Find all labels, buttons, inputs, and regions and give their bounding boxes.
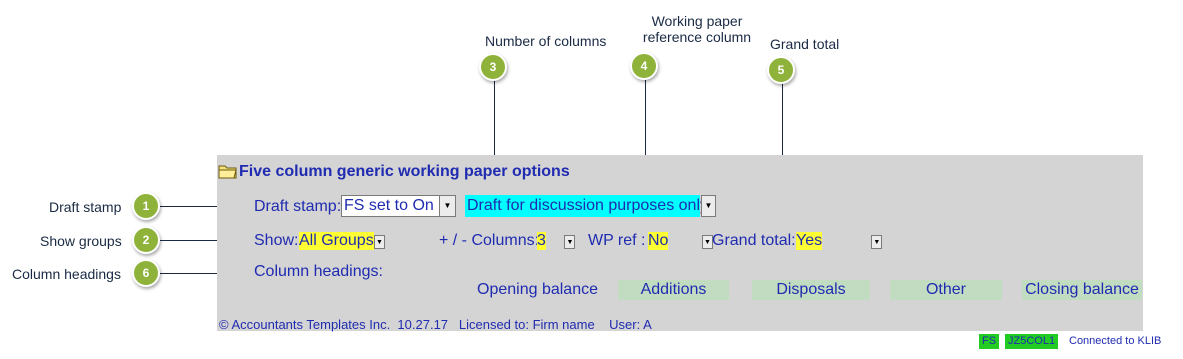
chevron-down-icon[interactable]: ▼ [871, 234, 883, 249]
badge-5: 5 [767, 56, 795, 84]
column-headings-label: Column headings: [254, 263, 383, 280]
grand-total-label: Grand total: [712, 232, 796, 249]
columns-select[interactable]: 3 [537, 232, 546, 250]
draft-stamp-select[interactable]: FS set to On [341, 195, 440, 217]
wp-ref-select[interactable]: No [648, 232, 669, 250]
status-code-badge: JZ5COL1 [1005, 334, 1059, 349]
callout-column-headings: Column headings [12, 266, 121, 282]
show-label: Show: [254, 232, 299, 249]
draft-stamp-label: Draft stamp: [254, 198, 342, 215]
chevron-down-icon[interactable]: ▼ [439, 195, 456, 217]
callout-show-groups: Show groups [40, 233, 122, 249]
show-select[interactable]: All Groups [299, 232, 374, 250]
chevron-down-icon[interactable]: ▼ [374, 234, 385, 249]
callout-grand-total: Grand total [770, 36, 840, 52]
wp-ref-label: WP ref : [588, 232, 646, 249]
columns-label: + / - Columns: [439, 232, 540, 249]
callout-number-of-columns: Number of columns [485, 33, 607, 49]
badge-1: 1 [132, 192, 160, 220]
panel-title: Five column generic working paper option… [239, 163, 570, 180]
chevron-down-icon[interactable]: ▼ [701, 195, 716, 217]
badge-3: 3 [479, 53, 507, 81]
status-fs-badge: FS [979, 334, 1000, 349]
callout-working-paper-ref-line2: reference column [642, 29, 752, 45]
column-heading-5[interactable]: Closing balance [1022, 280, 1142, 300]
callout-draft-stamp: Draft stamp [49, 199, 122, 215]
callout-working-paper-ref-line1: Working paper [651, 13, 743, 29]
badge-6: 6 [132, 259, 160, 287]
callout-working-paper-ref: Working paper reference column [632, 13, 762, 45]
column-heading-3[interactable]: Disposals [752, 280, 870, 300]
grand-total-select[interactable]: Yes [796, 232, 823, 250]
column-heading-4[interactable]: Other [890, 280, 1002, 300]
status-connection: Connected to KLIB [1069, 335, 1162, 347]
footer-text: © Accountants Templates Inc. 10.27.17 Li… [219, 317, 652, 332]
badge-4: 4 [630, 52, 658, 80]
folder-icon [218, 163, 238, 179]
badge-2: 2 [132, 226, 160, 254]
column-heading-1[interactable]: Opening balance [473, 280, 602, 300]
chevron-down-icon[interactable]: ▼ [564, 234, 576, 249]
column-heading-2[interactable]: Additions [618, 280, 729, 300]
draft-text-select[interactable]: Draft for discussion purposes only [465, 195, 708, 217]
